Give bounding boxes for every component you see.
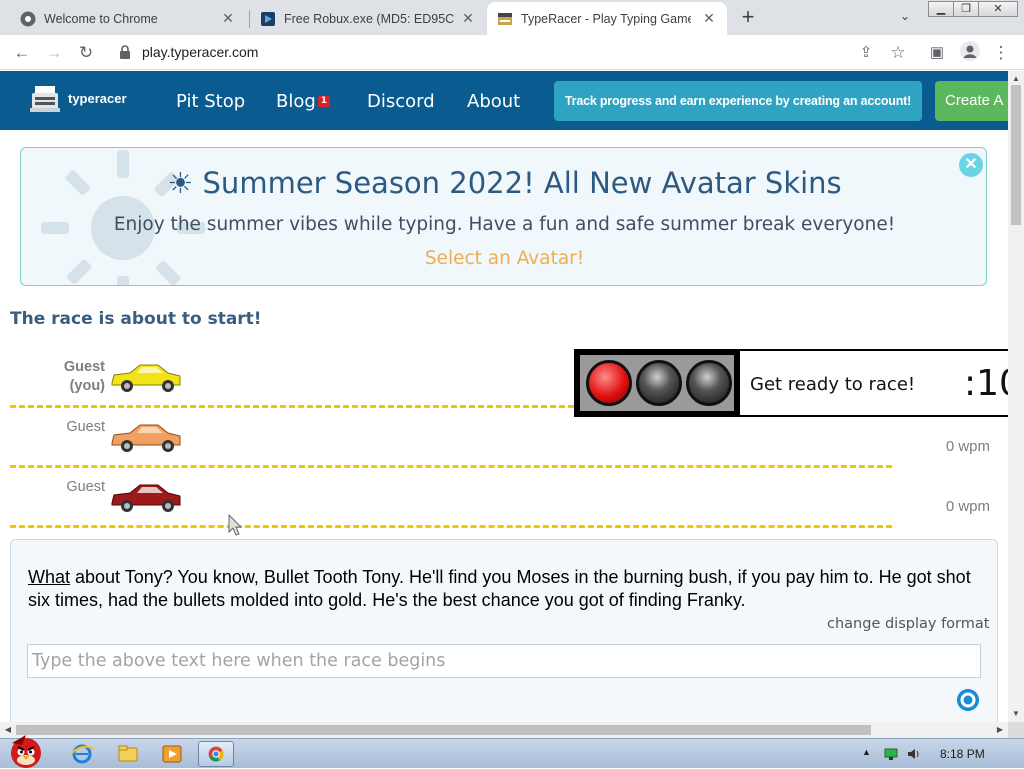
close-tab-icon[interactable]: ✕: [220, 10, 236, 26]
race-text: What about Tony? You know, Bullet Tooth …: [28, 566, 988, 612]
volume-icon[interactable]: [906, 747, 920, 761]
race-text-panel: What about Tony? You know, Bullet Tooth …: [10, 539, 998, 722]
vertical-scrollbar[interactable]: ▲ ▼: [1008, 71, 1024, 722]
nav-about[interactable]: About: [467, 91, 520, 112]
wpm-readout: 0 wpm: [945, 438, 990, 455]
lock-icon: [120, 45, 130, 59]
horizontal-scrollbar[interactable]: ◀ ▶: [0, 722, 1008, 738]
traffic-light: [574, 349, 740, 417]
summer-banner: ☀ Summer Season 2022! All New Avatar Ski…: [20, 147, 987, 286]
green-light-off-icon: [686, 360, 732, 406]
car-icon: [111, 364, 181, 392]
tray-expand-icon[interactable]: ▲: [862, 747, 876, 761]
blog-badge: 1: [317, 96, 331, 107]
restore-icon[interactable]: ❐: [953, 1, 979, 17]
countdown-timer: :10: [964, 363, 1008, 404]
page-viewport: typeracer Pit Stop Blog 1 Discord About T…: [0, 71, 1008, 722]
media-player-icon[interactable]: [154, 741, 190, 767]
close-tab-icon[interactable]: ✕: [460, 10, 476, 26]
scroll-down-arrow-icon[interactable]: ▼: [1008, 706, 1024, 722]
race-status-text: Get ready to race!: [750, 374, 916, 395]
tab-title: Free Robux.exe (MD5: ED95C1: [284, 11, 454, 26]
change-display-format-link[interactable]: change display format: [827, 616, 989, 632]
site-navbar: typeracer Pit Stop Blog 1 Discord About T…: [0, 71, 1008, 130]
nav-discord[interactable]: Discord: [367, 91, 435, 112]
lane-divider: [10, 465, 892, 468]
nav-pit-stop[interactable]: Pit Stop: [176, 91, 245, 112]
taskbar-clock[interactable]: 8:18 PM: [940, 747, 985, 761]
tab-strip: Welcome to Chrome ✕ Free Robux.exe (MD5:…: [0, 0, 1024, 35]
new-tab-icon[interactable]: +: [737, 6, 759, 28]
url-text: play.typeracer.com: [142, 44, 259, 60]
race-status-box: Get ready to race! :10: [740, 349, 1008, 417]
wpm-readout: 0 wpm: [945, 498, 990, 515]
lane-divider: [10, 525, 892, 528]
share-icon[interactable]: ⇪: [855, 42, 877, 64]
horizontal-scroll-thumb[interactable]: [16, 725, 871, 735]
current-word: What: [28, 567, 71, 587]
tab-title: TypeRacer - Play Typing Game: [521, 11, 691, 26]
select-avatar-link[interactable]: Select an Avatar!: [21, 248, 986, 269]
nav-blog-label: Blog: [276, 91, 316, 112]
address-bar[interactable]: play.typeracer.com: [107, 39, 917, 66]
nav-blog[interactable]: Blog 1: [276, 91, 331, 112]
help-lifebuoy-icon[interactable]: [957, 689, 979, 711]
menu-dots-icon[interactable]: ⋮: [990, 42, 1012, 64]
file-explorer-icon[interactable]: [110, 741, 146, 767]
profile-avatar-icon[interactable]: [960, 41, 980, 61]
network-icon[interactable]: [884, 747, 898, 761]
anyrun-icon: [261, 11, 275, 26]
racer-name-you: Guest (you): [10, 358, 105, 396]
typewriter-logo-icon[interactable]: [30, 85, 60, 113]
internet-explorer-icon[interactable]: [64, 741, 100, 767]
lane-divider: [10, 405, 574, 408]
side-panel-icon[interactable]: ▣: [926, 42, 948, 64]
bookmark-star-icon[interactable]: ☆: [887, 42, 909, 64]
create-account-button[interactable]: Create A: [935, 81, 1008, 121]
racer-name: Guest: [63, 359, 105, 375]
remaining-text: about Tony? You know, Bullet Tooth Tony.…: [28, 567, 971, 610]
car-icon: [111, 424, 181, 452]
start-button-icon[interactable]: [2, 731, 50, 769]
race-heading: The race is about to start!: [10, 309, 262, 329]
minimize-icon[interactable]: ▁: [928, 1, 954, 17]
close-banner-icon[interactable]: ✕: [959, 153, 983, 177]
car-icon: [111, 484, 181, 512]
yellow-light-off-icon: [636, 360, 682, 406]
racer-name-2: Guest: [66, 419, 105, 435]
vertical-scroll-thumb[interactable]: [1011, 85, 1021, 225]
tab-typeracer[interactable]: TypeRacer - Play Typing Game ✕: [487, 2, 727, 35]
red-light-icon: [586, 360, 632, 406]
tab-search-chevron-icon[interactable]: ⌄: [896, 9, 914, 27]
typeracer-icon: [498, 12, 512, 25]
logo-text[interactable]: typeracer: [68, 91, 127, 106]
close-window-icon[interactable]: ✕: [978, 1, 1018, 17]
traffic-light-panel: [580, 355, 734, 411]
tab-welcome[interactable]: Welcome to Chrome ✕: [10, 2, 246, 35]
back-arrow-icon[interactable]: ←: [11, 42, 33, 64]
banner-subtitle: Enjoy the summer vibes while typing. Hav…: [113, 214, 896, 235]
banner-title: ☀ Summer Season 2022! All New Avatar Ski…: [167, 166, 842, 200]
tab-title: Welcome to Chrome: [44, 11, 158, 26]
scrollbar-corner: [1008, 722, 1024, 738]
track-progress-button[interactable]: Track progress and earn experience by cr…: [554, 81, 922, 121]
browser-toolbar: ← → ↻ play.typeracer.com ⇪ ☆ ▣ ⋮: [0, 35, 1024, 70]
close-tab-icon[interactable]: ✕: [701, 10, 717, 26]
racer-you-label: (you): [69, 378, 105, 394]
forward-arrow-icon[interactable]: →: [43, 42, 65, 64]
typing-input[interactable]: Type the above text here when the race b…: [27, 644, 981, 678]
windows-taskbar: ▲ 8:18 PM: [0, 735, 1024, 768]
chrome-taskbar-icon[interactable]: [198, 741, 234, 767]
mouse-cursor-icon: [228, 514, 243, 536]
racer-name-3: Guest: [66, 479, 105, 495]
tab-robux[interactable]: Free Robux.exe (MD5: ED95C1 ✕: [250, 2, 486, 35]
reload-icon[interactable]: ↻: [75, 42, 97, 64]
scroll-right-arrow-icon[interactable]: ▶: [992, 722, 1008, 738]
chrome-icon: [20, 11, 36, 26]
